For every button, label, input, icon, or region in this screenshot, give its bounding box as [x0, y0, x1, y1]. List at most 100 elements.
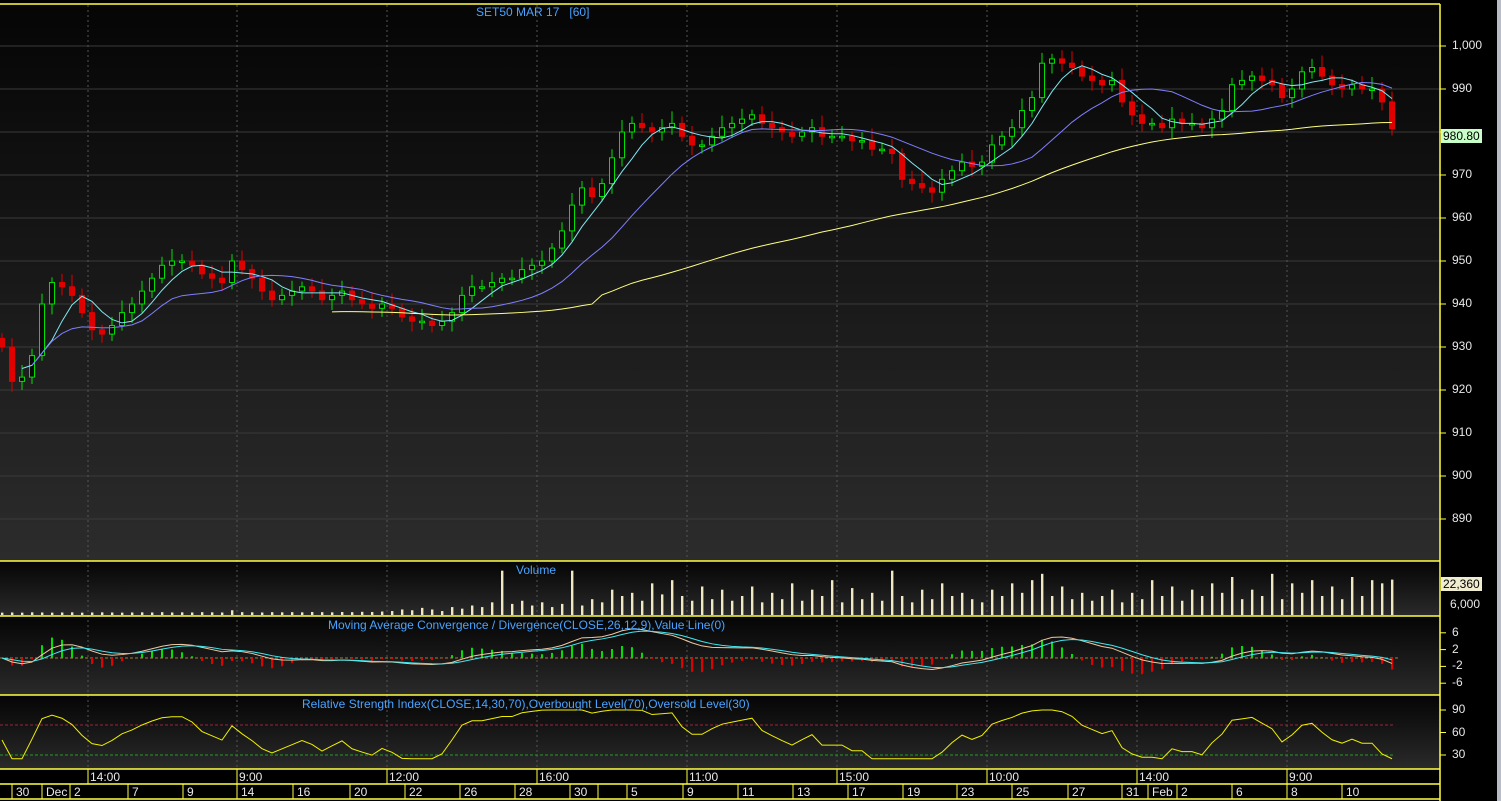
- volume-bar: [491, 602, 494, 615]
- candle-up: [49, 282, 55, 305]
- time-hour-label: 12:00: [389, 770, 420, 784]
- candle-up: [159, 264, 165, 279]
- volume-bar: [221, 612, 224, 615]
- volume-bar: [471, 605, 474, 615]
- candle-down: [1319, 67, 1325, 77]
- volume-bar: [641, 600, 644, 615]
- candle-up: [729, 122, 735, 129]
- volume-bar: [461, 608, 464, 615]
- volume-bar: [581, 605, 584, 615]
- volume-bar: [751, 586, 754, 615]
- candle-down: [1389, 101, 1395, 130]
- volume-bar: [421, 607, 424, 615]
- candle-up: [999, 135, 1005, 146]
- volume-bar: [1191, 589, 1194, 615]
- volume-bar: [281, 612, 284, 615]
- volume-bar: [941, 583, 944, 615]
- candle-up: [19, 376, 25, 382]
- volume-bar: [541, 602, 544, 615]
- candle-up: [459, 294, 465, 314]
- volume-bar: [861, 599, 864, 615]
- volume-bar: [931, 599, 934, 615]
- volume-bar: [1171, 586, 1174, 615]
- date-label: 16: [297, 785, 311, 799]
- candle-up: [1039, 62, 1045, 99]
- volume-bar: [21, 612, 24, 615]
- price-panel: [0, 5, 1440, 561]
- volume-bar: [451, 607, 454, 615]
- time-hour-label: 11:00: [689, 770, 719, 784]
- volume-bar: [901, 596, 904, 615]
- candle-up: [329, 294, 335, 301]
- volume-bar: [891, 570, 894, 615]
- candle-up: [799, 131, 805, 137]
- volume-bar: [1031, 580, 1034, 615]
- candle-up: [939, 178, 945, 193]
- candle-up: [1009, 127, 1015, 137]
- rsi-tick-label: 60: [1452, 724, 1466, 739]
- price-tick-label: 940: [1452, 296, 1473, 310]
- macd-tick-label: 6: [1452, 624, 1459, 639]
- volume-bar: [51, 612, 54, 615]
- date-label: 2: [1181, 785, 1188, 799]
- time-hour-label: 15:00: [839, 770, 870, 784]
- candle-down: [199, 264, 205, 275]
- date-label: 28: [519, 785, 533, 799]
- macd-tick-label: -2: [1452, 658, 1463, 673]
- volume-bar: [1371, 580, 1374, 615]
- volume-bar: [781, 599, 784, 615]
- candle-up: [379, 303, 385, 309]
- candle-down: [259, 277, 265, 292]
- volume-bar: [501, 570, 504, 615]
- price-tick-label: 920: [1452, 382, 1473, 396]
- volume-bar: [1021, 592, 1024, 615]
- candle-down: [1079, 67, 1085, 77]
- candle-up: [829, 135, 835, 139]
- candle-up: [719, 127, 725, 137]
- candle-up: [949, 170, 955, 180]
- volume-bar: [1311, 580, 1314, 615]
- candle-up: [569, 204, 575, 232]
- date-label: 27: [1072, 785, 1086, 799]
- volume-bar: [851, 588, 854, 615]
- candle-down: [359, 299, 365, 305]
- volume-bar: [1141, 599, 1144, 615]
- volume-bar: [1301, 592, 1304, 615]
- volume-bar: [1291, 583, 1294, 615]
- volume-bar: [1321, 596, 1324, 615]
- date-label: 13: [797, 785, 811, 799]
- volume-bar: [681, 596, 684, 615]
- candle-up: [579, 187, 585, 206]
- chart-canvas[interactable]: [0, 0, 1501, 801]
- volume-bar: [801, 600, 804, 615]
- macd-tick-label: -6: [1452, 675, 1463, 690]
- scrollbar[interactable]: [1497, 0, 1501, 801]
- candle-down: [789, 131, 795, 137]
- chart-title: SET50 MAR 17 [60]: [476, 5, 589, 19]
- price-tick-label: 890: [1452, 511, 1473, 525]
- candle-up: [1049, 58, 1055, 64]
- time-hour-label: 14:00: [1139, 770, 1170, 784]
- volume-bar: [341, 611, 344, 615]
- date-label: 2: [74, 785, 81, 799]
- candle-up: [529, 264, 535, 271]
- candle-down: [819, 127, 825, 137]
- last-price-tag: 980.80: [1441, 129, 1482, 143]
- candle-up: [119, 312, 125, 327]
- volume-bar: [1271, 573, 1274, 615]
- volume-bar: [121, 612, 124, 615]
- candle-up: [1239, 79, 1245, 86]
- date-label: Feb: [1152, 785, 1173, 799]
- date-label: 10: [1346, 785, 1360, 799]
- volume-bar: [1391, 579, 1394, 615]
- volume-bar: [1151, 580, 1154, 615]
- candle-up: [859, 140, 865, 143]
- volume-bar: [811, 589, 814, 615]
- price-tick-label: 930: [1452, 339, 1473, 353]
- candle-up: [129, 303, 135, 314]
- candle-up: [1349, 84, 1355, 90]
- candle-up: [489, 282, 495, 288]
- candle-down: [59, 282, 65, 288]
- volume-bar: [11, 612, 14, 615]
- candle-down: [9, 346, 15, 382]
